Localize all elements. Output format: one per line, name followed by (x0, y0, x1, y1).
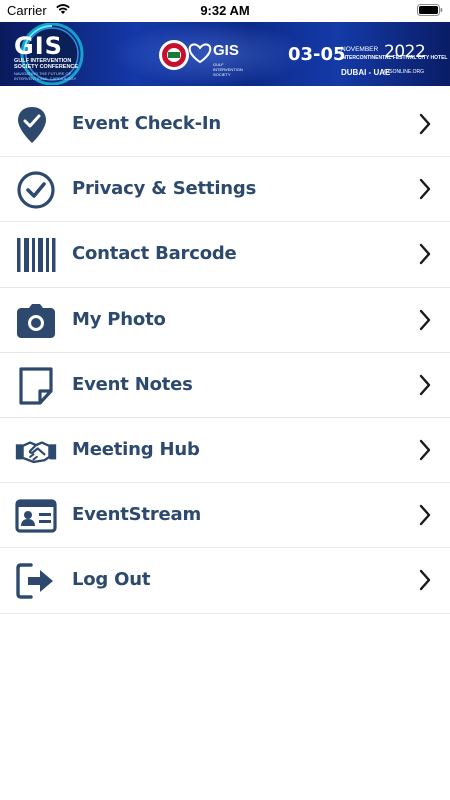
check-circle-icon (17, 171, 55, 209)
status-bar: Carrier 9:32 AM (0, 0, 450, 22)
chevron-right-icon (419, 178, 431, 200)
menu-item-label: Event Check-In (72, 113, 221, 134)
menu-item-label: Event Notes (72, 373, 193, 395)
menu-item-eventstream[interactable]: EventStream (0, 483, 450, 549)
partner-logo-text: GIS (213, 42, 239, 59)
chevron-right-icon (419, 309, 431, 330)
menu-item-contact-barcode[interactable]: Contact Barcode (0, 222, 450, 288)
gis-logo-subtitle: GULF INTERVENTION SOCIETY CONFERENCE (14, 58, 79, 70)
event-city: DUBAI - UAE (341, 68, 391, 77)
menu-item-label: EventStream (72, 504, 202, 526)
menu-item-label: Meeting Hub (72, 438, 200, 460)
menu-item-label: My Photo (72, 308, 166, 330)
partner-logo-subtitle: GULF INTERVENTION SOCIETY (213, 62, 243, 77)
chevron-right-icon (419, 570, 431, 591)
menu-item-meeting-hub[interactable]: Meeting Hub (0, 418, 450, 484)
menu-item-log-out[interactable]: Log Out (0, 548, 450, 614)
menu-item-label: Privacy & Settings (72, 178, 257, 200)
logout-icon (16, 563, 53, 600)
chevron-right-icon (419, 504, 431, 526)
event-website: GISONLINE.ORG (384, 69, 425, 75)
menu-item-label: Log Out (72, 569, 151, 591)
id-card-icon (15, 499, 57, 533)
handshake-icon (15, 441, 57, 464)
menu-item-privacy-settings[interactable]: Privacy & Settings (0, 157, 450, 223)
barcode-icon (17, 238, 56, 273)
menu-item-event-check-in[interactable]: Event Check-In (0, 92, 450, 158)
event-month: NOVEMBER (341, 46, 379, 53)
chevron-right-icon (419, 244, 431, 265)
gis-logo-tagline: NAVIGATING THE FUTURE OF INTERVENTIONAL … (14, 71, 77, 81)
chevron-right-icon (419, 439, 431, 461)
event-dates: 03-05 (288, 44, 346, 65)
menu-item-my-photo[interactable]: My Photo (0, 288, 450, 353)
menu-item-label: Contact Barcode (72, 243, 237, 265)
camera-icon (17, 303, 55, 338)
chevron-right-icon (419, 374, 431, 395)
menu-item-event-notes[interactable]: Event Notes (0, 353, 450, 418)
conference-banner: GIS GULF INTERVENTION SOCIETY CONFERENCE… (0, 22, 450, 86)
note-icon (19, 367, 53, 405)
gis-logo-text: GIS (14, 32, 63, 60)
settings-menu: Event Check-In Privacy & Settings Contac… (0, 92, 450, 614)
event-venue: INTERCONTINENTAL FESTIVAL CITY HOTEL (341, 55, 448, 61)
clock: 9:32 AM (200, 3, 250, 18)
battery-icon (417, 4, 443, 19)
location-check-icon (18, 107, 46, 143)
chevron-right-icon (419, 113, 431, 135)
